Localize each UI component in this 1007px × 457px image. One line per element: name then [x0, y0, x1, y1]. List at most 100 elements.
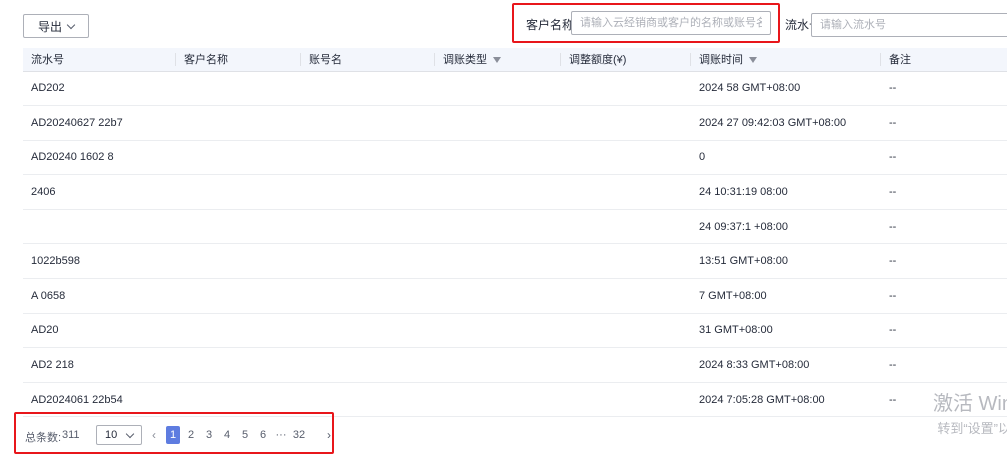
cell-serial: 1022b598: [31, 255, 80, 268]
column-header-amount[interactable]: 调整额度(¥): [561, 48, 691, 72]
cell-time: 2024 8:33 GMT+08:00: [699, 359, 810, 372]
table-row[interactable]: AD202 2024 58 GMT+08:00 --: [23, 71, 1007, 106]
cell-time: 24 09:37:1 +08:00: [699, 220, 788, 233]
cell-account: [301, 348, 435, 383]
cell-account: [301, 209, 435, 244]
cell-account: [301, 279, 435, 314]
total-count-label: 总条数:: [25, 432, 62, 444]
cell-amount: [561, 279, 691, 314]
cell-amount: [561, 382, 691, 417]
customer-filter-label: 客户名称: [526, 18, 575, 32]
cell-time: 2024 58 GMT+08:00: [699, 82, 801, 95]
next-page-icon[interactable]: ›: [327, 428, 331, 442]
cell-remark: --: [889, 289, 897, 302]
page-number[interactable]: 1: [166, 426, 180, 444]
cell-serial: [23, 209, 176, 244]
cell-type: [435, 244, 561, 279]
export-button-label: 导出: [37, 19, 62, 34]
column-header-time[interactable]: 调账时间: [691, 48, 881, 72]
cell-customer: [176, 313, 301, 348]
page-number[interactable]: 32: [290, 426, 308, 444]
activation-watermark: 激活 Win: [933, 393, 1007, 415]
cell-amount: [561, 106, 691, 141]
cell-time: 31 GMT+08:00: [699, 324, 773, 337]
page-number[interactable]: 2: [182, 426, 200, 444]
filter-icon[interactable]: [493, 57, 501, 64]
cell-remark: --: [889, 359, 897, 372]
customer-search-input[interactable]: [571, 11, 771, 35]
page-list: 1 2 3 4 5 6 ··· 32: [166, 426, 308, 444]
cell-customer: [176, 209, 301, 244]
cell-customer: [176, 244, 301, 279]
column-header-type[interactable]: 调账类型: [435, 48, 561, 72]
cell-amount: [561, 71, 691, 106]
cell-amount: [561, 209, 691, 244]
table-row[interactable]: 24 09:37:1 +08:00 --: [23, 209, 1007, 244]
cell-customer: [176, 279, 301, 314]
page-size-value: 10: [105, 429, 118, 441]
column-header-remark[interactable]: 备注: [881, 48, 1007, 72]
column-header-account[interactable]: 账号名: [301, 48, 435, 72]
cell-amount: [561, 175, 691, 210]
cell-customer: [176, 175, 301, 210]
page-size-select[interactable]: 10: [96, 425, 142, 445]
cell-serial: 2406: [31, 186, 56, 199]
cell-type: [435, 382, 561, 417]
cell-time: 2024 7:05:28 GMT+08:00: [699, 393, 825, 406]
table-row[interactable]: AD20240627 22b7 2024 27 09:42:03 GMT+08:0…: [23, 106, 1007, 141]
chevron-down-icon: [126, 429, 135, 438]
cell-type: [435, 313, 561, 348]
cell-customer: [176, 140, 301, 175]
cell-serial: AD2 218: [31, 359, 74, 372]
cell-time: 2024 27 09:42:03 GMT+08:00: [699, 116, 847, 129]
cell-amount: [561, 348, 691, 383]
cell-remark: --: [889, 82, 897, 95]
cell-time: 24 10:31:19 08:00: [699, 186, 788, 199]
table-row[interactable]: AD2 218 2024 8:33 GMT+08:00 --: [23, 348, 1007, 383]
page-number[interactable]: 3: [200, 426, 218, 444]
table-row[interactable]: AD20240 1602 8 0 --: [23, 140, 1007, 175]
cell-time: 13:51 GMT+08:00: [699, 255, 788, 268]
cell-account: [301, 244, 435, 279]
table-row[interactable]: AD20 31 GMT+08:00 --: [23, 313, 1007, 348]
cell-type: [435, 209, 561, 244]
cell-amount: [561, 140, 691, 175]
cell-serial: AD202: [31, 82, 65, 95]
cell-account: [301, 140, 435, 175]
cell-type: [435, 279, 561, 314]
column-header-serial[interactable]: 流水号: [23, 48, 176, 72]
table-row[interactable]: 1022b598 13:51 GMT+08:00 --: [23, 244, 1007, 279]
filter-icon[interactable]: [749, 57, 757, 64]
page-number[interactable]: 6: [254, 426, 272, 444]
cell-remark: --: [889, 255, 897, 268]
cell-type: [435, 175, 561, 210]
cell-remark: --: [889, 220, 897, 233]
cell-type: [435, 140, 561, 175]
export-button[interactable]: 导出: [23, 14, 89, 38]
table-row[interactable]: A 0658 7 GMT+08:00 --: [23, 279, 1007, 314]
cell-type: [435, 106, 561, 141]
cell-remark: --: [889, 186, 897, 199]
page-number[interactable]: 5: [236, 426, 254, 444]
cell-customer: [176, 106, 301, 141]
cell-account: [301, 313, 435, 348]
cell-remark: --: [889, 151, 897, 164]
cell-type: [435, 71, 561, 106]
serial-search-input[interactable]: [811, 13, 1007, 37]
cell-serial: AD20240 1602 8: [31, 151, 114, 164]
prev-page-icon[interactable]: ‹: [152, 428, 156, 442]
cell-remark: --: [889, 116, 897, 129]
table-row[interactable]: 2406 24 10:31:19 08:00 --: [23, 175, 1007, 210]
column-header-customer[interactable]: 客户名称: [176, 48, 301, 72]
page-number[interactable]: 4: [218, 426, 236, 444]
cell-amount: [561, 313, 691, 348]
cell-account: [301, 106, 435, 141]
adjustment-table: 流水号 客户名称 账号名 调账类型 调整额度(¥) 调账时间 备注 AD202 2…: [23, 48, 1007, 417]
page-number: ···: [275, 429, 287, 441]
cell-amount: [561, 244, 691, 279]
cell-serial: AD20240627 22b7: [31, 116, 123, 129]
cell-account: [301, 71, 435, 106]
cell-remark: --: [889, 324, 897, 337]
activation-watermark-subtitle: 转到“设置”以: [937, 421, 1007, 436]
cell-serial: AD20: [31, 324, 59, 337]
